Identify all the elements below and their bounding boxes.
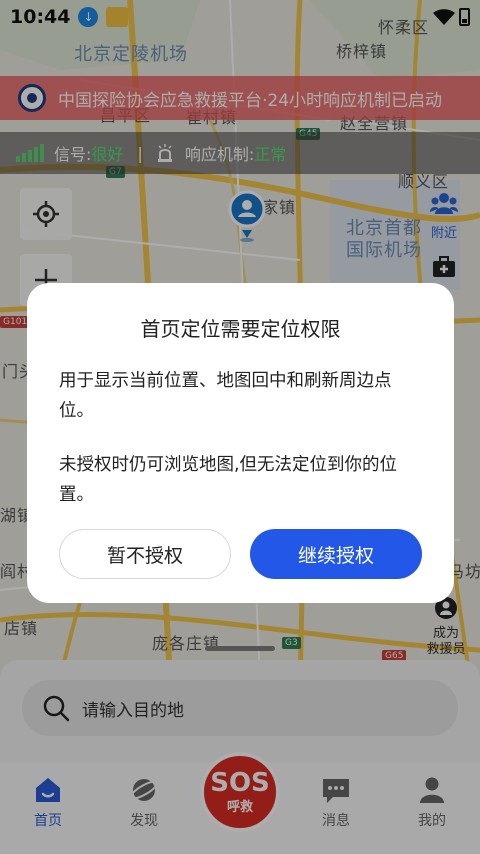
dialog-paragraph: 未授权时仍可浏览地图,但无法定位到你的位置。 [59, 455, 398, 505]
deny-button[interactable]: 暂不授权 [59, 529, 231, 579]
dialog-paragraph: 用于显示当前位置、地图回中和刷新周边点位。 [59, 371, 392, 421]
dialog-title: 首页定位需要定位权限 [140, 317, 341, 341]
allow-button[interactable]: 继续授权 [250, 529, 422, 579]
home-indicator[interactable] [205, 646, 275, 651]
dialog-buttons: 暂不授权 继续授权 [59, 529, 422, 579]
location-permission-dialog: 首页定位需要定位权限 用于显示当前位置、地图回中和刷新周边点位。 未授权时仍可浏… [27, 283, 454, 603]
